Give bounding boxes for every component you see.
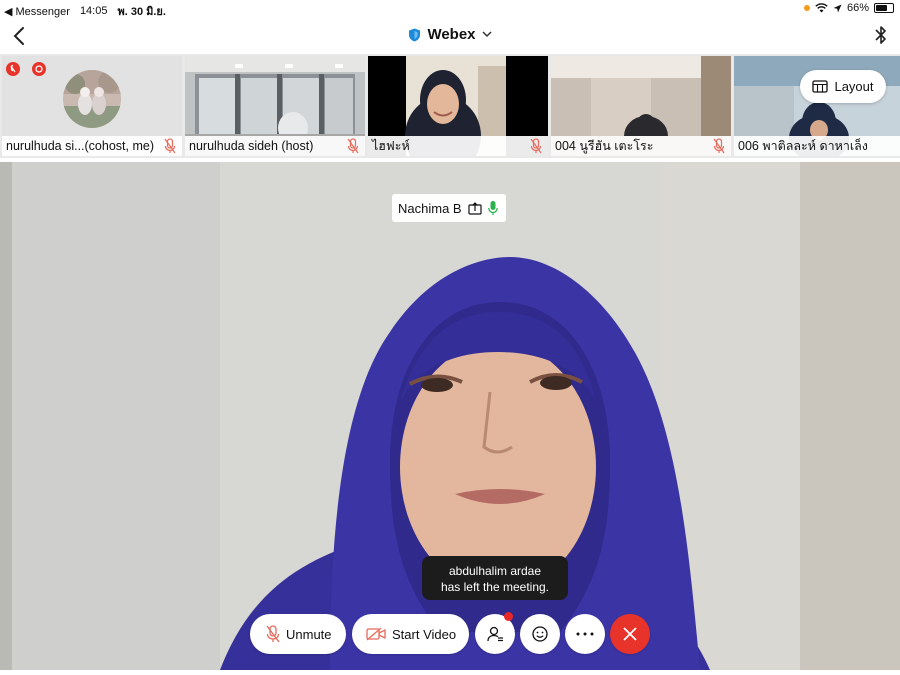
participant-name-label: 004 นูรีฮัน เตะโระ (551, 136, 731, 156)
participant-name-label: nurulhuda si...(cohost, me) (2, 136, 182, 156)
navigation-bar: Webex (0, 18, 900, 54)
app-title: Webex (427, 26, 476, 43)
mic-muted-icon (266, 625, 280, 643)
more-options-button[interactable] (565, 614, 605, 654)
avatar (63, 70, 121, 128)
participant-name: 004 นูรีฮัน เตะโระ (555, 139, 654, 153)
meeting-title-dropdown[interactable]: Webex (0, 26, 900, 43)
smiley-icon (532, 626, 548, 642)
status-time: 14:05 (79, 5, 108, 17)
wifi-icon (815, 3, 828, 13)
muted-badge-icon (6, 62, 20, 76)
participant-name: ไฮฟะห์ (372, 139, 410, 153)
shield-icon (409, 28, 421, 41)
ios-status-bar: ◀ Messenger 14:05 พ. 30 มิ.ย. 66% (0, 0, 900, 18)
mic-muted-icon (347, 138, 359, 154)
active-speaker-name-tag: Nachima B (392, 194, 506, 222)
back-to-app-link[interactable]: ◀ Messenger (4, 5, 70, 18)
close-icon (623, 627, 637, 641)
mic-muted-icon (713, 138, 725, 154)
participant-name-label: ไฮฟะห์ (368, 136, 548, 156)
mic-in-use-indicator-icon (803, 5, 810, 11)
bottom-edge (0, 670, 900, 675)
start-video-label: Start Video (392, 626, 457, 642)
reactions-button[interactable] (520, 614, 560, 654)
share-screen-icon (467, 201, 482, 215)
chevron-down-icon (482, 31, 492, 38)
participant-name: 006 พาติลละห์ ดาหาเล็ง (738, 139, 868, 153)
participants-icon (487, 626, 503, 642)
active-speaker-name: Nachima B (398, 200, 462, 216)
meeting-controls: Unmute Start Video (0, 612, 900, 656)
recording-badge-icon (32, 62, 46, 76)
participant-name: nurulhuda sideh (host) (189, 139, 314, 153)
participant-name-label: nurulhuda sideh (host) (185, 136, 365, 156)
participant-name-label: 006 พาติลละห์ ดาหาเล็ง (734, 136, 900, 156)
bluetooth-icon[interactable] (872, 24, 890, 46)
unmute-button[interactable]: Unmute (250, 614, 346, 654)
participant-left-toast: abdulhalim ardae has left the meeting. (422, 556, 568, 600)
layout-button-label: Layout (834, 79, 874, 94)
toast-line-2: has left the meeting. (440, 580, 550, 594)
participant-thumbnail-strip: nurulhuda si...(cohost, me) nurulhuda si… (0, 54, 900, 158)
layout-button[interactable]: Layout (800, 70, 886, 103)
leave-meeting-button[interactable] (610, 614, 650, 654)
participant-tile[interactable]: ไฮฟะห์ (368, 56, 548, 156)
participant-tile[interactable]: nurulhuda si...(cohost, me) (2, 56, 182, 156)
participant-tile[interactable]: nurulhuda sideh (host) (185, 56, 365, 156)
mic-active-icon (487, 201, 498, 215)
battery-icon (874, 3, 894, 13)
location-icon (833, 4, 842, 12)
notification-badge (504, 612, 513, 621)
video-off-icon (366, 627, 386, 641)
participant-name: nurulhuda si...(cohost, me) (6, 139, 154, 153)
battery-percent: 66% (846, 2, 869, 14)
participants-button[interactable] (475, 612, 515, 654)
layout-icon (812, 80, 829, 93)
mic-muted-icon (530, 138, 542, 154)
toast-line-1: abdulhalim ardae (448, 564, 542, 578)
mic-muted-icon (164, 138, 176, 154)
unmute-label: Unmute (286, 626, 332, 642)
more-icon (576, 632, 594, 636)
start-video-button[interactable]: Start Video (352, 614, 469, 654)
participant-tile[interactable]: 004 นูรีฮัน เตะโระ (551, 56, 731, 156)
